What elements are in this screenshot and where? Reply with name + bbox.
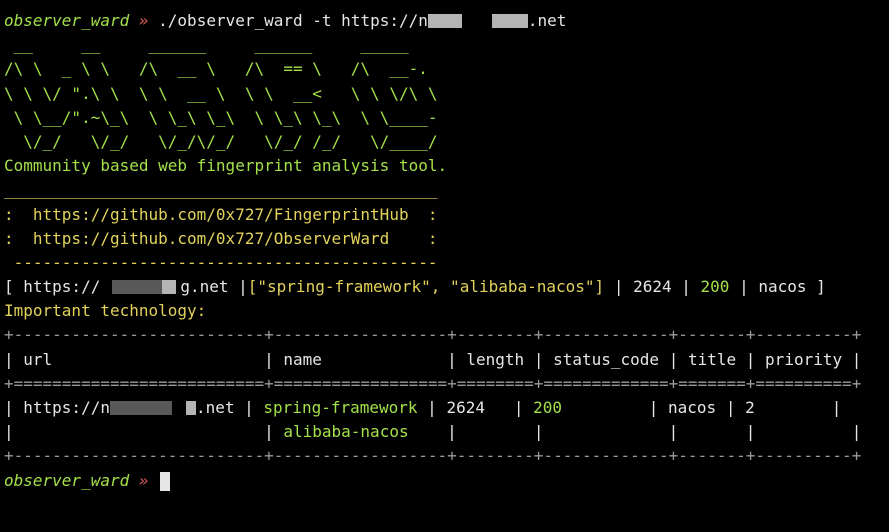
table-cell-title: nacos <box>668 398 717 417</box>
command-text-prefix: ./observer_ward -t https://n <box>158 11 428 30</box>
cursor <box>160 471 171 491</box>
banner-line: \ \ \/ ".\ \ \ \ __ \ \ \ __< \ \ \/\ \ <box>4 83 438 103</box>
command-text-suffix: .net <box>527 11 567 30</box>
table-row: | https://n .net | spring-framework | 262… <box>4 398 842 417</box>
table-header-title: title <box>687 349 737 369</box>
result-status: 200 <box>700 277 730 297</box>
result-line: [ https://g.net |["spring-framework", "a… <box>4 275 889 299</box>
banner-line: \/_/ \/_/ \/_/\/_/ \/_/ /_/ \/____/ <box>4 131 438 151</box>
table-header-url: url <box>23 349 53 369</box>
command-line: observer_ward » ./observer_ward -t https… <box>4 9 889 33</box>
table-header-priority: priority <box>765 349 843 369</box>
result-close-bracket: ] <box>806 277 826 297</box>
tagline: Community based web fingerprint analysis… <box>4 156 448 176</box>
table-header-length: length <box>466 349 525 369</box>
table-cell-status-code: 200 <box>533 398 563 417</box>
table-border-bottom: +--------------------------+------------… <box>4 446 862 466</box>
result-url-suffix: g.net <box>180 277 229 297</box>
banner-line: /\ \ _ \ \ /\ __ \ /\ == \ /\ __-. <box>4 59 428 79</box>
prompt-label: observer_ward <box>4 470 130 490</box>
table-cell-priority: 2 <box>745 398 755 417</box>
table-border-header: +==========================+============… <box>4 373 862 393</box>
result-separator: | <box>729 277 759 297</box>
links-box-line: : https://github.com/0x727/FingerprintHu… <box>4 204 438 224</box>
result-separator: | <box>671 277 701 297</box>
redacted-block <box>109 400 172 415</box>
links-box-bottom: ----------------------------------------… <box>4 252 438 272</box>
table-header-row: | url | name | length | status_code | ti… <box>4 349 862 369</box>
redacted-block <box>112 279 163 294</box>
links-box-top: ________________________________________… <box>4 180 438 200</box>
terminal-window[interactable]: observer_ward » ./observer_ward -t https… <box>0 0 889 532</box>
result-tech-names: ["spring-framework", "alibaba-nacos"] <box>247 277 605 297</box>
result-url-prefix: https:// <box>23 277 101 297</box>
table-cell-url-suffix: .net <box>195 398 235 417</box>
table-header-status-code: status_code <box>553 349 660 369</box>
redacted-block <box>427 13 462 28</box>
redacted-block <box>162 279 177 294</box>
redacted-block <box>491 13 528 28</box>
result-open-bracket: [ <box>4 277 24 297</box>
result-separator: | <box>604 277 634 297</box>
links-box-line: : https://github.com/0x727/ObserverWard … <box>4 228 438 248</box>
prompt-arrow: » <box>138 11 149 30</box>
result-title: nacos <box>758 277 807 297</box>
table-cell-name: spring-framework <box>263 398 418 417</box>
prompt-line[interactable]: observer_ward » <box>4 469 889 493</box>
table-cell-name: alibaba-nacos <box>283 422 409 442</box>
table-border-top: +--------------------------+------------… <box>4 325 862 345</box>
table-row-continuation: | | alibaba-nacos | | | | | <box>4 422 862 442</box>
banner-line: \ \__/".~\_\ \ \_\ \_\ \ \_\ \_\ \ \____… <box>4 107 438 127</box>
redacted-block <box>185 400 196 415</box>
banner-line: __ __ ______ ______ _____ <box>4 35 409 55</box>
result-length: 2624 <box>633 277 672 297</box>
prompt-arrow: » <box>138 470 149 490</box>
important-technology-label: Important technology: <box>4 301 207 321</box>
table-cell-url-prefix: https://n <box>23 398 110 417</box>
result-separator: | <box>228 277 248 297</box>
table-cell-length: 2624 <box>446 398 485 417</box>
prompt-label: observer_ward <box>4 11 130 30</box>
table-header-name: name <box>283 349 322 369</box>
